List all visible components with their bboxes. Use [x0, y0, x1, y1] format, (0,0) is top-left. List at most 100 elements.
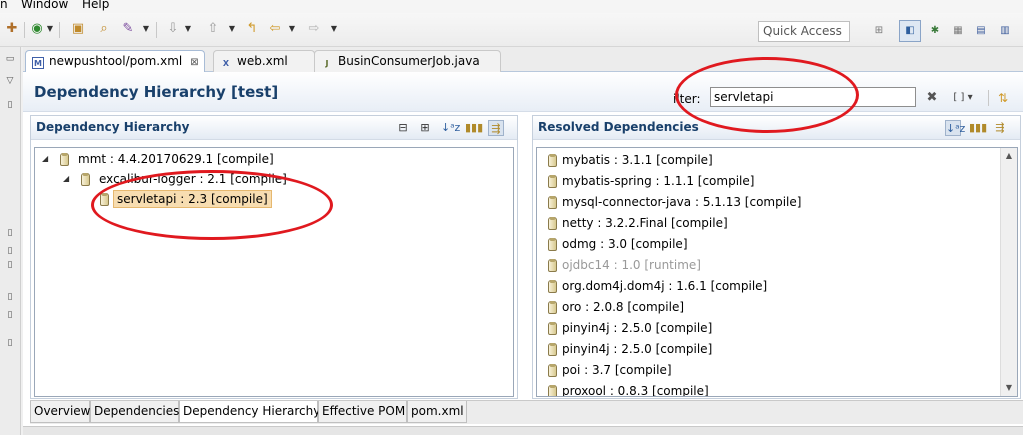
vertical-scrollbar[interactable]: ▲ ▼ — [1000, 148, 1017, 396]
section-title-bar: Dependency Hierarchy ⊟ ⊞ ↓ᵃz ▮▮▮ ⇶ — [31, 116, 517, 140]
tab-label: web.xml — [237, 54, 288, 68]
page-tab-dependency-hierarchy[interactable]: Dependency Hierarchy — [179, 401, 320, 423]
resolved-row[interactable]: netty : 3.2.2.Final [compile] — [537, 214, 997, 234]
tree-row-label: mmt : 4.4.20170629.1 [compile] — [78, 152, 274, 166]
show-group-id-icon[interactable]: ▮▮▮ — [465, 120, 483, 136]
jar-icon — [548, 364, 557, 377]
restore-view-icon[interactable]: ▭ — [4, 53, 16, 65]
back-dropdown-arrow-icon[interactable]: ▼ — [288, 21, 296, 37]
toolbar-separator — [59, 22, 60, 38]
page-tab-overview[interactable]: Overview — [30, 401, 91, 423]
resolved-row[interactable]: mybatis : 3.1.1 [compile] — [537, 151, 997, 171]
refresh-icon[interactable]: ⇅ — [995, 90, 1011, 106]
resolved-row[interactable]: mysql-connector-java : 5.1.13 [compile] — [537, 193, 997, 213]
tab-web-xml[interactable]: Xweb.xml — [213, 50, 315, 72]
forward-icon[interactable]: ⇨ — [306, 21, 322, 37]
debug-perspective-icon[interactable]: ✱ — [924, 20, 946, 42]
tree-row[interactable]: ◢ excalibur-logger : 2.1 [compile] — [35, 170, 505, 190]
view-menu-icon[interactable]: ▽ — [4, 75, 16, 87]
collapse-all-icon[interactable]: ⊟ — [395, 120, 411, 136]
resolved-row[interactable]: pinyin4j : 2.5.0 [compile] — [537, 319, 997, 339]
resolved-row[interactable]: ojdbc14 : 1.0 [runtime] — [537, 256, 997, 276]
close-icon[interactable]: ⊠ — [190, 53, 198, 73]
expanded-arrow-icon[interactable]: ◢ — [63, 170, 73, 188]
page-tab-pom-xml[interactable]: pom.xml — [407, 401, 467, 423]
menu-item-help[interactable]: Help — [82, 0, 109, 11]
jar-icon — [548, 301, 557, 314]
resolved-row-label: oro : 2.0.8 [compile] — [562, 300, 685, 314]
tree-row-label: excalibur-logger : 2.1 [compile] — [99, 172, 287, 186]
resolved-row[interactable]: proxool : 0.8.3 [compile] — [537, 382, 997, 396]
page-tab-effective-pom[interactable]: Effective POM — [318, 401, 407, 423]
previous-annotation-icon[interactable]: ⇧ — [205, 21, 221, 37]
java-ee-perspective-icon[interactable]: ◧ — [899, 20, 921, 42]
jar-icon — [548, 154, 557, 167]
tools-dropdown-arrow-icon[interactable]: ▼ — [142, 21, 150, 37]
run-icon[interactable]: ◉ — [29, 21, 45, 37]
resolved-row[interactable]: oro : 2.0.8 [compile] — [537, 298, 997, 318]
filter-input[interactable] — [710, 87, 916, 107]
editor-page-tabs: Overview Dependencies Dependency Hierarc… — [30, 400, 1023, 424]
previous-annotation-dropdown-icon[interactable]: ▼ — [228, 21, 236, 37]
filter-menu-icon[interactable]: [ ] ▾ — [949, 90, 977, 106]
resolved-row[interactable]: odmg : 3.0 [compile] — [537, 235, 997, 255]
run-dropdown-arrow-icon[interactable]: ▼ — [46, 21, 54, 37]
tree-row-selected[interactable]: servletapi : 2.3 [compile] — [35, 190, 505, 210]
form-header: Dependency Hierarchy [test] ilter: ✖ [ ]… — [23, 72, 1023, 112]
resolved-row-label: poi : 3.7 [compile] — [562, 363, 672, 377]
view-icon[interactable]: ▯ — [4, 259, 16, 271]
main-toolbar: ✚ ◉ ▼ ▣ ⌕ ✎ ▼ ⇩ ▼ ⇧ ▼ ↰ ⇦ ▼ ⇨ ▼ Quick Ac… — [0, 13, 1023, 47]
next-annotation-dropdown-icon[interactable]: ▼ — [184, 21, 192, 37]
resolved-dependencies-list[interactable]: mybatis : 3.1.1 [compile] mybatis-spring … — [536, 147, 1018, 397]
expand-all-icon[interactable]: ⊞ — [417, 120, 433, 136]
show-group-id-icon[interactable]: ▮▮▮ — [969, 120, 987, 136]
sun-perspective-icon[interactable]: ▤ — [970, 20, 992, 42]
tab-businconsumerjob-java[interactable]: J BusinConsumerJob.java — [314, 50, 501, 72]
menu-item-window[interactable]: Window — [21, 0, 68, 11]
expanded-arrow-icon[interactable]: ◢ — [42, 150, 52, 168]
next-annotation-icon[interactable]: ⇩ — [165, 21, 181, 37]
sort-icon[interactable]: ↓ᵃz — [945, 120, 965, 136]
toolbar-separator — [156, 22, 157, 38]
resolved-row-label: pinyin4j : 2.5.0 [compile] — [562, 321, 713, 335]
clear-filter-icon[interactable]: ✖ — [924, 90, 940, 106]
open-type-icon[interactable]: ▣ — [70, 21, 86, 37]
last-edit-icon[interactable]: ↰ — [244, 21, 260, 37]
jar-icon — [548, 385, 557, 396]
cvs-perspective-icon[interactable]: ▥ — [994, 20, 1016, 42]
tab-pom-xml[interactable]: Mnewpushtool/pom.xml ⊠ — [25, 50, 205, 73]
jar-icon — [548, 280, 557, 293]
resolved-row[interactable]: pinyin4j : 2.5.0 [compile] — [537, 340, 997, 360]
bottom-panel-edge — [23, 426, 1023, 435]
dependency-tree[interactable]: ◢ mmt : 4.4.20170629.1 [compile] ◢ excal… — [34, 147, 514, 397]
jar-icon — [548, 259, 557, 272]
resolved-row[interactable]: org.dom4j.dom4j : 1.6.1 [compile] — [537, 277, 997, 297]
menu-item-navigate[interactable]: n — [0, 0, 8, 11]
search-icon[interactable]: ⌕ — [96, 21, 112, 37]
maven-file-icon: M — [32, 57, 44, 69]
open-perspective-icon[interactable]: ⊞ — [868, 20, 890, 42]
team-perspective-icon[interactable]: ▦ — [947, 20, 969, 42]
external-tools-icon[interactable]: ✎ — [120, 21, 136, 37]
back-icon[interactable]: ⇦ — [267, 21, 283, 37]
scroll-down-icon[interactable]: ▼ — [1001, 380, 1017, 396]
filter-toggle-icon[interactable]: ⇶ — [488, 120, 504, 136]
sort-icon[interactable]: ↓ᵃz — [441, 120, 460, 136]
scroll-up-icon[interactable]: ▲ — [1001, 148, 1017, 164]
forward-dropdown-arrow-icon[interactable]: ▼ — [330, 21, 338, 37]
page-tab-dependencies[interactable]: Dependencies — [90, 401, 179, 423]
resolved-row[interactable]: poi : 3.7 [compile] — [537, 361, 997, 381]
quick-access-field[interactable]: Quick Access — [758, 21, 850, 42]
section-title: Resolved Dependencies — [538, 120, 699, 134]
view-icon[interactable]: ▯ — [4, 99, 16, 111]
pom-editor: Dependency Hierarchy [test] ilter: ✖ [ ]… — [23, 72, 1023, 435]
view-icon[interactable]: ▯ — [4, 309, 16, 321]
tree-row[interactable]: ◢ mmt : 4.4.20170629.1 [compile] — [35, 150, 505, 170]
filter-toggle-icon[interactable]: ⇶ — [992, 120, 1008, 136]
view-icon[interactable]: ▯ — [4, 337, 16, 349]
new-wizard-icon[interactable]: ✚ — [4, 21, 20, 37]
view-icon[interactable]: ▯ — [4, 245, 16, 257]
view-icon[interactable]: ▯ — [4, 291, 16, 303]
resolved-row[interactable]: mybatis-spring : 1.1.1 [compile] — [537, 172, 997, 192]
view-icon[interactable]: ▯ — [4, 227, 16, 239]
